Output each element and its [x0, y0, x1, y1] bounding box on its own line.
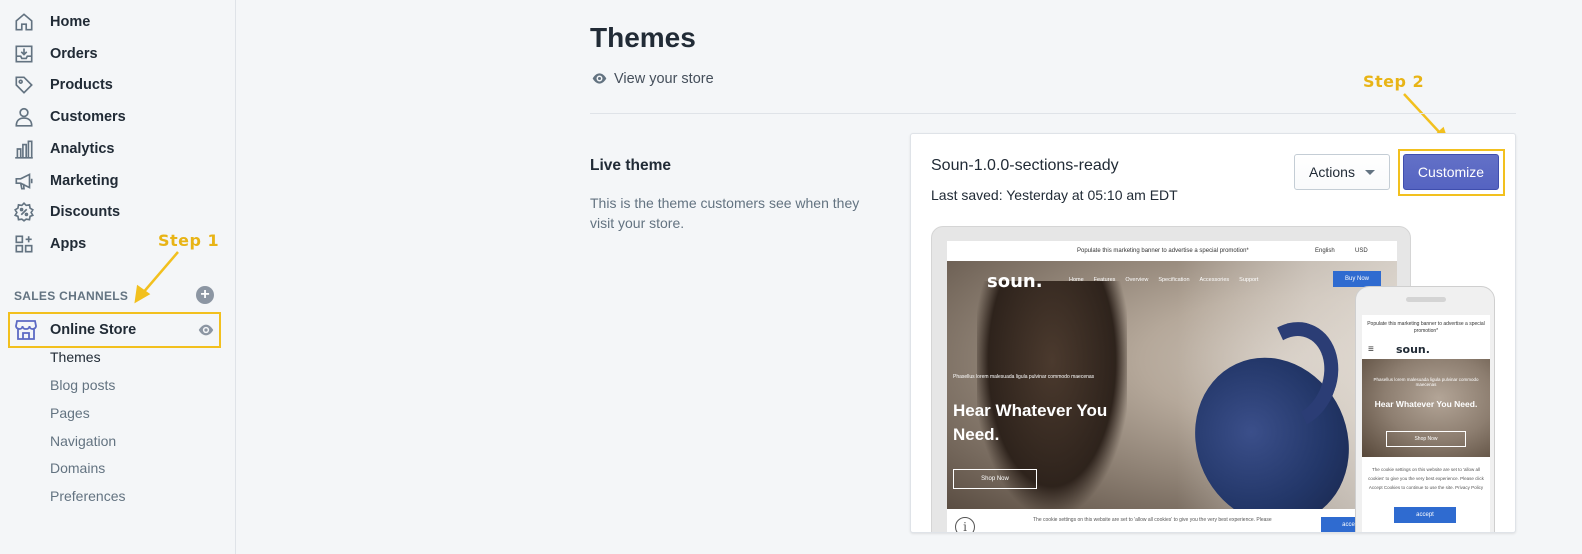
hero-headline: Hear Whatever You Need. [953, 401, 1108, 444]
bar-chart-icon [12, 137, 36, 161]
currency-select: USD [1355, 248, 1368, 254]
hero-subtitle: Phasellus lorem malesuada ligula pulvina… [953, 374, 1095, 380]
store-nav-item: Support [1239, 277, 1259, 283]
mobile-hero: Phasellus lorem malesuada ligula pulvina… [1362, 359, 1490, 457]
sidebar-subitem-preferences[interactable]: Preferences [50, 488, 125, 504]
mobile-screen: Populate this marketing banner to advert… [1362, 315, 1490, 532]
cookie-bar: i The cookie settings on this website ar… [947, 509, 1397, 532]
customize-highlight: Customize [1398, 149, 1505, 196]
mobile-accept-button: accept [1394, 507, 1456, 523]
sidebar-item-label: Apps [50, 236, 87, 252]
step-2-annotation: Step 2 [1363, 72, 1425, 91]
actions-label: Actions [1309, 164, 1355, 180]
apps-icon [12, 232, 36, 256]
mobile-hero-subtitle: Phasellus lorem malesuada ligula pulvina… [1373, 377, 1479, 387]
sidebar-item-orders[interactable]: Orders [12, 39, 222, 69]
divider [590, 113, 1516, 114]
add-channel-icon[interactable]: + [196, 286, 214, 304]
mobile-header: ≡ soun. [1362, 339, 1490, 359]
sidebar-item-label: Customers [50, 109, 126, 125]
desktop-preview: Populate this marketing banner to advert… [931, 226, 1411, 532]
desktop-screen: Populate this marketing banner to advert… [947, 241, 1397, 532]
language-select: English [1315, 248, 1335, 254]
phone-speaker [1406, 297, 1446, 302]
page-title: Themes [590, 22, 696, 53]
online-store-label: Online Store [50, 322, 137, 338]
actions-button[interactable]: Actions [1294, 154, 1390, 190]
sidebar-subitem-blog-posts[interactable]: Blog posts [50, 377, 115, 393]
promo-text: Populate this marketing banner to advert… [1077, 248, 1249, 254]
sidebar-item-label: Discounts [50, 204, 121, 220]
customize-button[interactable]: Customize [1403, 154, 1499, 190]
promo-bar: Populate this marketing banner to advert… [947, 241, 1397, 261]
view-store-label: View your store [614, 70, 714, 87]
sidebar-subitem-pages[interactable]: Pages [50, 405, 90, 421]
eye-icon [591, 70, 608, 87]
hero-image: soun. Home Features Overview Specificati… [947, 261, 1397, 509]
caret-down-icon [1364, 169, 1375, 175]
buy-now-button: Buy Now [1333, 271, 1381, 287]
sidebar-subitem-navigation[interactable]: Navigation [50, 433, 116, 449]
discount-icon [12, 200, 36, 224]
tag-icon [12, 73, 36, 97]
sidebar-item-label: Orders [50, 46, 98, 62]
store-logo: soun. [987, 271, 1043, 292]
sidebar-item-online-store[interactable]: Online Store [8, 312, 221, 348]
sidebar-subitem-themes[interactable]: Themes [50, 349, 101, 365]
mobile-promo-text: Populate this marketing banner to advert… [1367, 321, 1485, 334]
store-nav-item: Specification [1158, 277, 1190, 283]
orders-icon [12, 42, 36, 66]
sidebar-item-label: Analytics [50, 141, 115, 157]
sidebar-item-label: Marketing [50, 173, 119, 189]
mobile-hero-headline: Hear Whatever You Need. [1374, 399, 1478, 409]
eye-icon[interactable] [197, 321, 215, 344]
sidebar-item-products[interactable]: Products [12, 70, 222, 100]
sidebar-item-customers[interactable]: Customers [12, 102, 222, 132]
mobile-cookie-text: The cookie settings on this website are … [1368, 467, 1484, 490]
store-nav-item: Features [1093, 277, 1116, 283]
view-store-link[interactable]: View your store [591, 70, 714, 87]
sidebar-item-marketing[interactable]: Marketing [12, 166, 222, 196]
store-nav-item: Home [1069, 277, 1084, 283]
home-icon [12, 10, 36, 34]
hamburger-icon: ≡ [1368, 344, 1374, 355]
store-nav-item: Accessories [1199, 277, 1230, 283]
store-icon [14, 319, 38, 341]
megaphone-icon [12, 169, 36, 193]
live-theme-description: This is the theme customers see when the… [590, 195, 860, 231]
sidebar: Home Orders Products Customers Analytics… [0, 0, 236, 554]
person-icon [12, 105, 36, 129]
cookie-text: The cookie settings on this website are … [1033, 517, 1272, 523]
live-theme-card: Soun-1.0.0-sections-ready Last saved: Ye… [910, 133, 1516, 533]
mobile-logo: soun. [1396, 343, 1430, 356]
sidebar-item-label: Products [50, 77, 113, 93]
sidebar-subitem-domains[interactable]: Domains [50, 460, 105, 476]
step-1-annotation: Step 1 [158, 231, 220, 250]
info-icon: i [955, 517, 975, 532]
sidebar-item-label: Home [50, 14, 91, 30]
sidebar-item-analytics[interactable]: Analytics [12, 134, 222, 164]
mobile-preview: Populate this marketing banner to advert… [1355, 286, 1495, 532]
store-nav: Home Features Overview Specification Acc… [1069, 277, 1268, 283]
store-nav-item: Overview [1125, 277, 1149, 283]
sales-channels-title: SALES CHANNELS [14, 289, 129, 303]
theme-name: Soun-1.0.0-sections-ready [931, 157, 1119, 174]
shop-now-button: Shop Now [953, 469, 1037, 489]
live-theme-heading: Live theme [590, 157, 671, 174]
sidebar-item-home[interactable]: Home [12, 7, 222, 37]
last-saved: Last saved: Yesterday at 05:10 am EDT [931, 187, 1178, 203]
sidebar-item-discounts[interactable]: Discounts [12, 197, 222, 227]
mobile-shop-now-button: Shop Now [1386, 431, 1466, 447]
